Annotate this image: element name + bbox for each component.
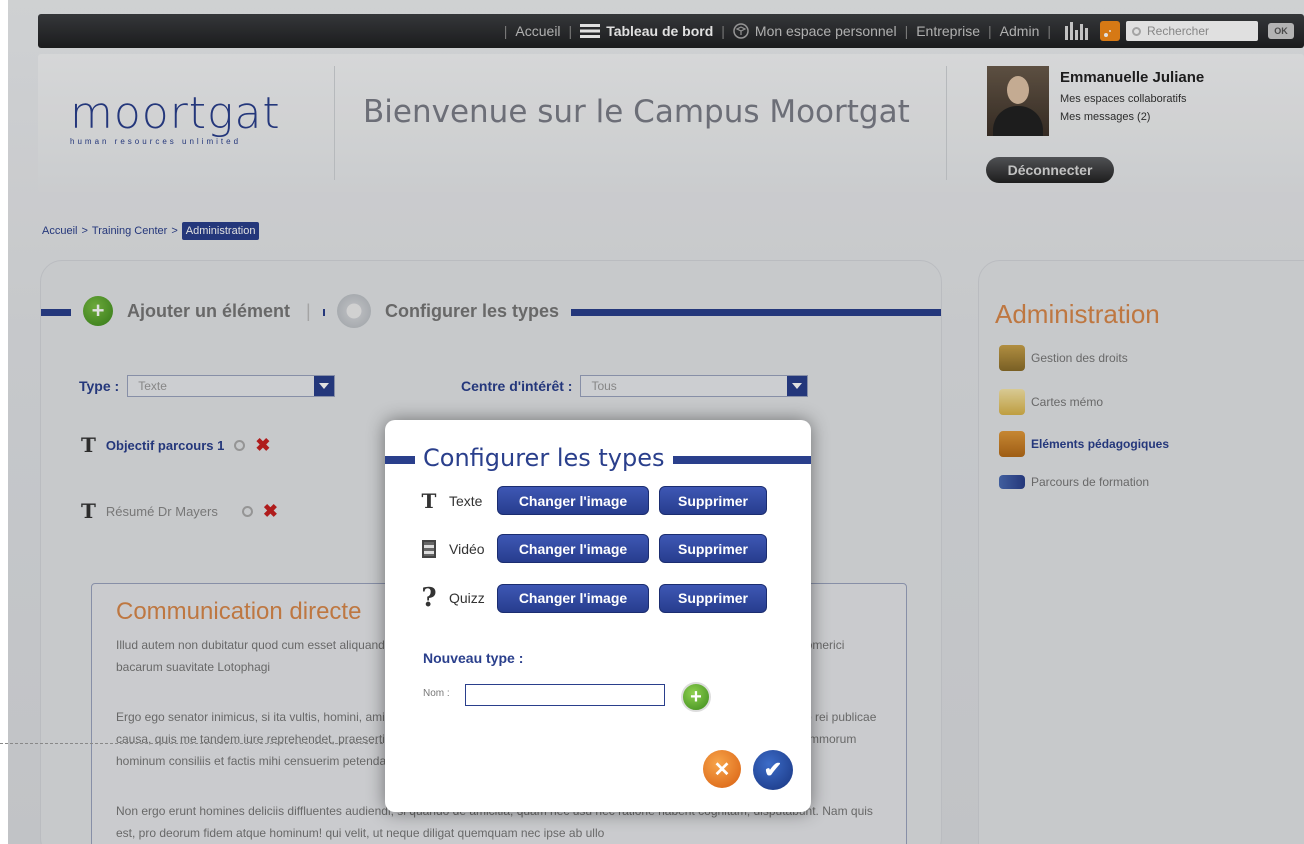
- question-icon: ?: [421, 583, 437, 613]
- check-icon: ✔: [763, 757, 783, 782]
- delete-type-button[interactable]: Supprimer: [659, 486, 767, 515]
- new-type-name-input[interactable]: [465, 684, 665, 706]
- configure-types-dialog: Configurer les types T Texte Changer l'i…: [385, 420, 811, 812]
- change-image-button[interactable]: Changer l'image: [497, 534, 649, 563]
- close-icon: ✕: [713, 758, 731, 781]
- change-image-button[interactable]: Changer l'image: [497, 583, 649, 613]
- cancel-button[interactable]: ✕: [703, 750, 741, 788]
- text-t-icon: T: [421, 488, 437, 513]
- plus-icon: +: [690, 685, 702, 708]
- film-icon: [422, 539, 436, 558]
- type-row-texte: T Texte Changer l'image Supprimer: [419, 486, 767, 515]
- delete-type-button[interactable]: Supprimer: [659, 534, 767, 563]
- add-type-button[interactable]: +: [681, 682, 711, 712]
- confirm-button[interactable]: ✔: [753, 750, 793, 790]
- type-row-video: Vidéo Changer l'image Supprimer: [419, 534, 767, 563]
- delete-type-button[interactable]: Supprimer: [659, 583, 767, 613]
- name-label: Nom :: [423, 688, 450, 699]
- dialog-title: Configurer les types: [415, 444, 673, 472]
- new-type-heading: Nouveau type :: [423, 650, 524, 666]
- change-image-button[interactable]: Changer l'image: [497, 486, 649, 515]
- type-row-quizz: ? Quizz Changer l'image Supprimer: [419, 583, 767, 613]
